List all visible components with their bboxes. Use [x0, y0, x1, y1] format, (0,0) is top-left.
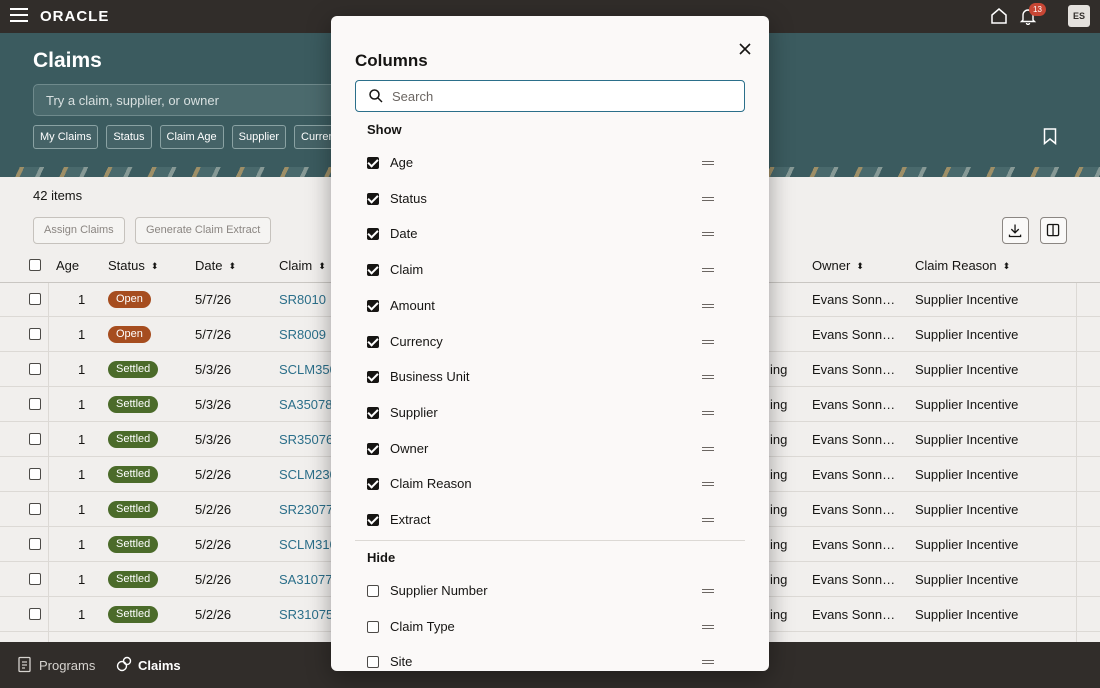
section-divider — [355, 540, 745, 541]
drag-handle-icon[interactable] — [702, 624, 714, 629]
column-checkbox[interactable] — [367, 335, 379, 348]
drag-handle-icon[interactable] — [702, 660, 714, 665]
search-icon — [369, 89, 383, 103]
column-checkbox[interactable] — [367, 228, 379, 241]
column-option-status[interactable]: Status — [355, 183, 745, 218]
column-option-currency[interactable]: Currency — [355, 326, 745, 361]
column-option-supplier[interactable]: Supplier — [355, 397, 745, 432]
column-option-label: Supplier Number — [390, 583, 488, 598]
column-option-label: Currency — [390, 333, 443, 349]
column-option-supplier-number[interactable]: Supplier Number — [355, 575, 745, 610]
column-option-extract[interactable]: Extract — [355, 504, 745, 539]
column-option-label: Age — [390, 155, 414, 170]
column-checkbox[interactable] — [367, 585, 379, 597]
column-option-date[interactable]: Date — [355, 218, 745, 253]
column-option-label: Site — [390, 654, 413, 670]
column-checkbox[interactable] — [367, 514, 379, 526]
column-option-claim-reason[interactable]: Claim Reason — [355, 468, 745, 503]
drag-handle-icon[interactable] — [702, 518, 714, 522]
column-option-amount[interactable]: Amount — [355, 290, 745, 325]
column-option-label: Supplier — [390, 404, 438, 420]
drag-handle-icon[interactable] — [702, 410, 714, 415]
column-search-input[interactable] — [392, 86, 732, 106]
dialog-title: Columns — [355, 51, 428, 70]
column-option-label: Extract — [390, 512, 431, 527]
column-option-label: Claim Reason — [390, 476, 472, 492]
drag-handle-icon[interactable] — [702, 196, 714, 201]
column-checkbox[interactable] — [367, 299, 379, 312]
columns-dialog: Columns Show Age Status Date Claim Amount Cur… — [331, 16, 769, 671]
column-option-label: Status — [390, 190, 427, 206]
column-option-age[interactable]: Age — [355, 147, 745, 182]
column-option-label: Claim — [390, 262, 424, 278]
drag-handle-icon[interactable] — [702, 339, 714, 344]
column-option-label: Owner — [390, 440, 429, 456]
drag-handle-icon[interactable] — [702, 482, 714, 487]
show-section-label: Show — [367, 122, 402, 137]
hide-section-label: Hide — [367, 550, 396, 565]
column-checkbox[interactable] — [367, 371, 379, 384]
column-checkbox[interactable] — [367, 620, 379, 633]
column-checkbox[interactable] — [367, 157, 379, 169]
column-checkbox[interactable] — [367, 478, 379, 491]
drag-handle-icon[interactable] — [702, 589, 714, 593]
drag-handle-icon[interactable] — [702, 161, 714, 165]
drag-handle-icon[interactable] — [702, 446, 714, 451]
column-option-label: Business Unit — [390, 369, 470, 385]
column-option-label: Date — [390, 226, 418, 242]
column-option-owner[interactable]: Owner — [355, 433, 745, 468]
column-checkbox[interactable] — [367, 264, 379, 277]
column-option-label: Amount — [390, 297, 435, 313]
column-option-claim-type[interactable]: Claim Type — [355, 611, 745, 646]
column-checkbox[interactable] — [367, 442, 379, 455]
column-option-site[interactable]: Site — [355, 646, 745, 671]
column-checkbox[interactable] — [367, 406, 379, 419]
drag-handle-icon[interactable] — [702, 268, 714, 273]
drag-handle-icon[interactable] — [702, 303, 714, 308]
column-option-business-unit[interactable]: Business Unit — [355, 361, 745, 396]
close-icon[interactable] — [736, 40, 754, 58]
column-option-label: Claim Type — [390, 618, 455, 634]
column-checkbox[interactable] — [367, 192, 379, 205]
column-checkbox[interactable] — [367, 656, 379, 669]
drag-handle-icon[interactable] — [702, 232, 714, 237]
column-search-field[interactable] — [355, 80, 745, 112]
column-option-claim[interactable]: Claim — [355, 254, 745, 289]
drag-handle-icon[interactable] — [702, 375, 714, 380]
